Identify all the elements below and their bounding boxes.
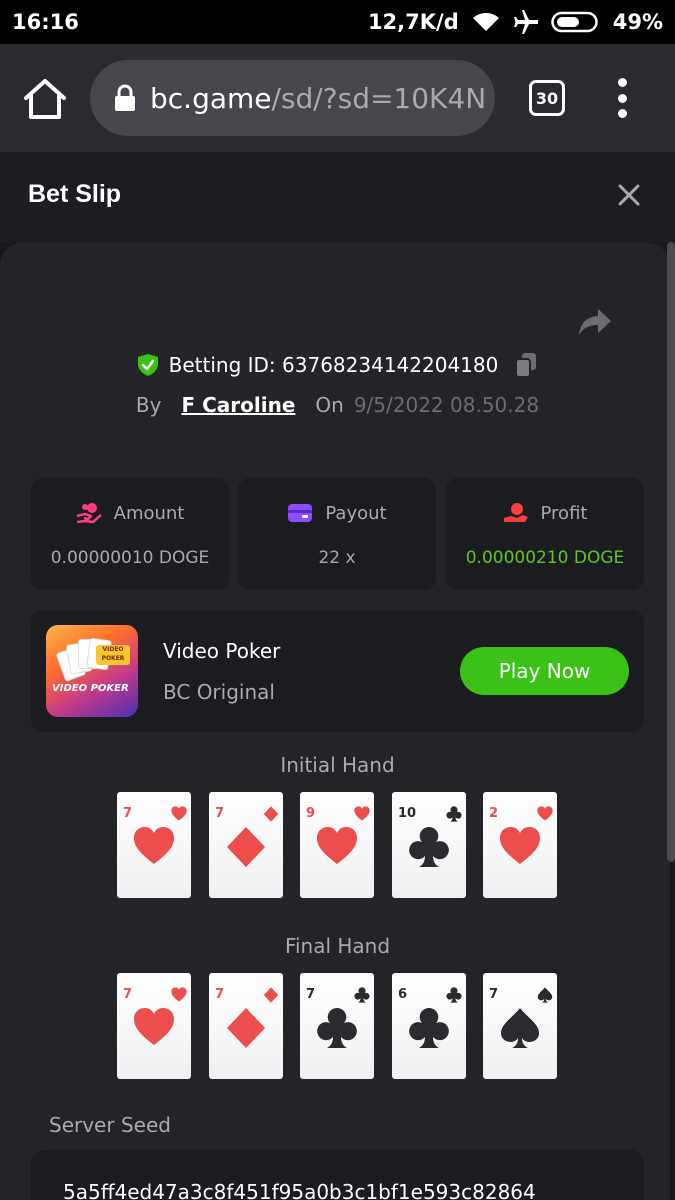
bet-meta-row: By F Caroline On 9/5/2022 08.50.28 bbox=[0, 393, 675, 417]
amount-card: Amount 0.00000010 DOGE bbox=[31, 478, 229, 590]
heart-icon bbox=[134, 827, 174, 864]
payout-value: 22 x bbox=[318, 548, 356, 568]
heart-icon bbox=[134, 1008, 174, 1045]
profit-value: 0.00000210 DOGE bbox=[465, 548, 625, 568]
club-icon bbox=[354, 987, 370, 1003]
diamond-icon bbox=[227, 827, 265, 867]
tab-switcher-button[interactable]: 30 bbox=[529, 80, 565, 116]
initial-card: 10 bbox=[392, 792, 466, 898]
close-icon[interactable] bbox=[614, 180, 644, 210]
share-icon[interactable] bbox=[578, 307, 612, 337]
final-card: 6 bbox=[392, 973, 466, 1079]
final-card: 7 bbox=[483, 973, 557, 1079]
thumb-banner: VIDEO POKER bbox=[96, 645, 130, 665]
final-card: 7 bbox=[209, 973, 283, 1079]
server-seed-value: 5a5ff4ed47a3c8f451f95a0b3c1bf1e593c82864 bbox=[63, 1180, 536, 1200]
card-rank: 7 bbox=[123, 987, 133, 1002]
home-icon[interactable] bbox=[22, 78, 68, 120]
profit-label: Profit bbox=[540, 502, 588, 524]
server-seed-field[interactable]: 5a5ff4ed47a3c8f451f95a0b3c1bf1e593c82864 bbox=[31, 1150, 644, 1200]
video-poker-thumbnail[interactable]: VIDEO POKER VIDEO POKER bbox=[46, 625, 138, 717]
thumb-title: VIDEO POKER bbox=[52, 683, 129, 694]
battery-percent: 49% bbox=[612, 10, 663, 34]
payout-label: Payout bbox=[325, 502, 387, 524]
final-card: 7 bbox=[117, 973, 191, 1079]
club-icon bbox=[317, 1007, 357, 1048]
lock-icon bbox=[115, 84, 135, 111]
initial-hand-label: Initial Hand bbox=[280, 753, 395, 777]
card-rank: 7 bbox=[215, 987, 225, 1002]
on-label: On bbox=[315, 393, 344, 417]
spade-icon bbox=[537, 987, 553, 1003]
profit-icon bbox=[503, 503, 528, 522]
page-title: Bet Slip bbox=[28, 180, 122, 208]
initial-card: 2 bbox=[483, 792, 557, 898]
diamond-icon bbox=[263, 806, 279, 822]
status-time: 16:16 bbox=[12, 10, 79, 34]
server-seed-label: Server Seed bbox=[49, 1113, 171, 1137]
bet-slip-header: Bet Slip bbox=[0, 152, 675, 242]
card-rank: 10 bbox=[398, 806, 417, 821]
club-icon bbox=[446, 806, 462, 822]
play-now-button[interactable]: Play Now bbox=[460, 647, 629, 695]
final-card: 7 bbox=[300, 973, 374, 1079]
heart-icon bbox=[171, 987, 187, 1002]
url-text: bc.game/sd/?sd=10K4N bbox=[150, 82, 486, 115]
tab-count: 30 bbox=[535, 88, 559, 108]
url-path: /sd/?sd=10K4N bbox=[271, 81, 487, 115]
shield-check-icon bbox=[137, 354, 158, 376]
initial-card: 7 bbox=[209, 792, 283, 898]
airplane-icon bbox=[513, 10, 538, 34]
final-hand-label: Final Hand bbox=[284, 934, 391, 958]
network-speed: 12,7K/d bbox=[367, 10, 459, 34]
card-rank: 7 bbox=[123, 806, 133, 821]
heart-icon bbox=[171, 806, 187, 821]
card-rank: 7 bbox=[489, 987, 499, 1002]
address-bar[interactable]: bc.game/sd/?sd=10K4N bbox=[90, 60, 495, 136]
user-link[interactable]: F Caroline bbox=[181, 393, 295, 417]
club-icon bbox=[409, 826, 449, 867]
initial-card: 7 bbox=[117, 792, 191, 898]
card-rank: 9 bbox=[306, 806, 316, 821]
browser-toolbar: bc.game/sd/?sd=10K4N 30 bbox=[0, 44, 675, 152]
battery-icon bbox=[550, 11, 598, 33]
initial-card: 9 bbox=[300, 792, 374, 898]
status-bar: 16:16 12,7K/d 49% bbox=[0, 0, 675, 44]
status-icons: 12,7K/d 49% bbox=[368, 9, 663, 35]
amount-value: 0.00000010 DOGE bbox=[50, 548, 210, 568]
amount-label: Amount bbox=[113, 502, 185, 524]
card-rank: 7 bbox=[306, 987, 316, 1002]
spade-icon bbox=[501, 1008, 539, 1048]
copy-icon[interactable] bbox=[514, 352, 538, 378]
heart-icon bbox=[500, 827, 540, 864]
heart-icon bbox=[354, 806, 370, 821]
club-icon bbox=[409, 1007, 449, 1048]
game-provider: BC Original bbox=[163, 680, 275, 704]
club-icon bbox=[446, 987, 462, 1003]
bet-date: 9/5/2022 08.50.28 bbox=[353, 393, 540, 417]
by-label: By bbox=[135, 393, 162, 417]
betting-id-row: Betting ID: 63768234142204180 bbox=[0, 352, 675, 378]
wallet-icon bbox=[288, 504, 313, 522]
diamond-icon bbox=[227, 1008, 265, 1048]
heart-icon bbox=[317, 827, 357, 864]
more-menu-icon[interactable] bbox=[614, 78, 630, 118]
game-card: VIDEO POKER VIDEO POKER Video Poker BC O… bbox=[31, 610, 644, 732]
profit-card: Profit 0.00000210 DOGE bbox=[446, 478, 644, 590]
wifi-icon bbox=[472, 12, 499, 31]
diamond-icon bbox=[263, 987, 279, 1003]
amount-icon bbox=[76, 503, 102, 524]
game-name: Video Poker bbox=[163, 639, 281, 663]
card-rank: 6 bbox=[398, 987, 408, 1002]
betting-id: Betting ID: 63768234142204180 bbox=[168, 353, 499, 377]
payout-card: Payout 22 x bbox=[238, 478, 436, 590]
card-rank: 2 bbox=[489, 806, 499, 821]
url-host: bc.game bbox=[150, 81, 272, 115]
card-rank: 7 bbox=[215, 806, 225, 821]
heart-icon bbox=[537, 806, 553, 821]
